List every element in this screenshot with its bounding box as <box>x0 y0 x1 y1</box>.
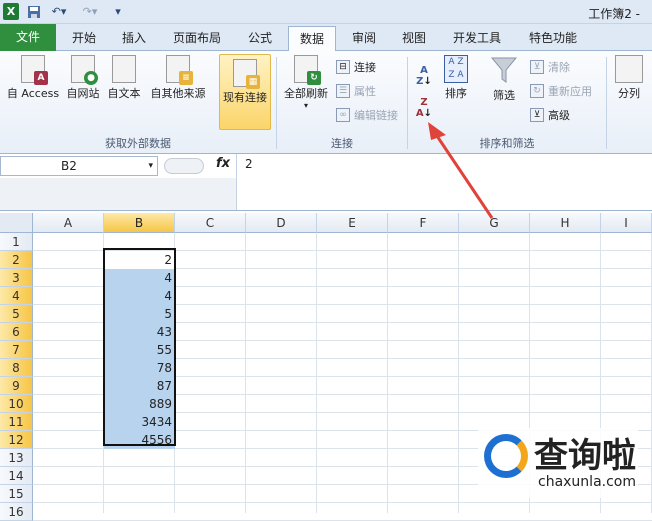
search-logo-icon <box>484 434 528 478</box>
watermark-logo: 查询啦 chaxunla.com <box>478 428 638 498</box>
